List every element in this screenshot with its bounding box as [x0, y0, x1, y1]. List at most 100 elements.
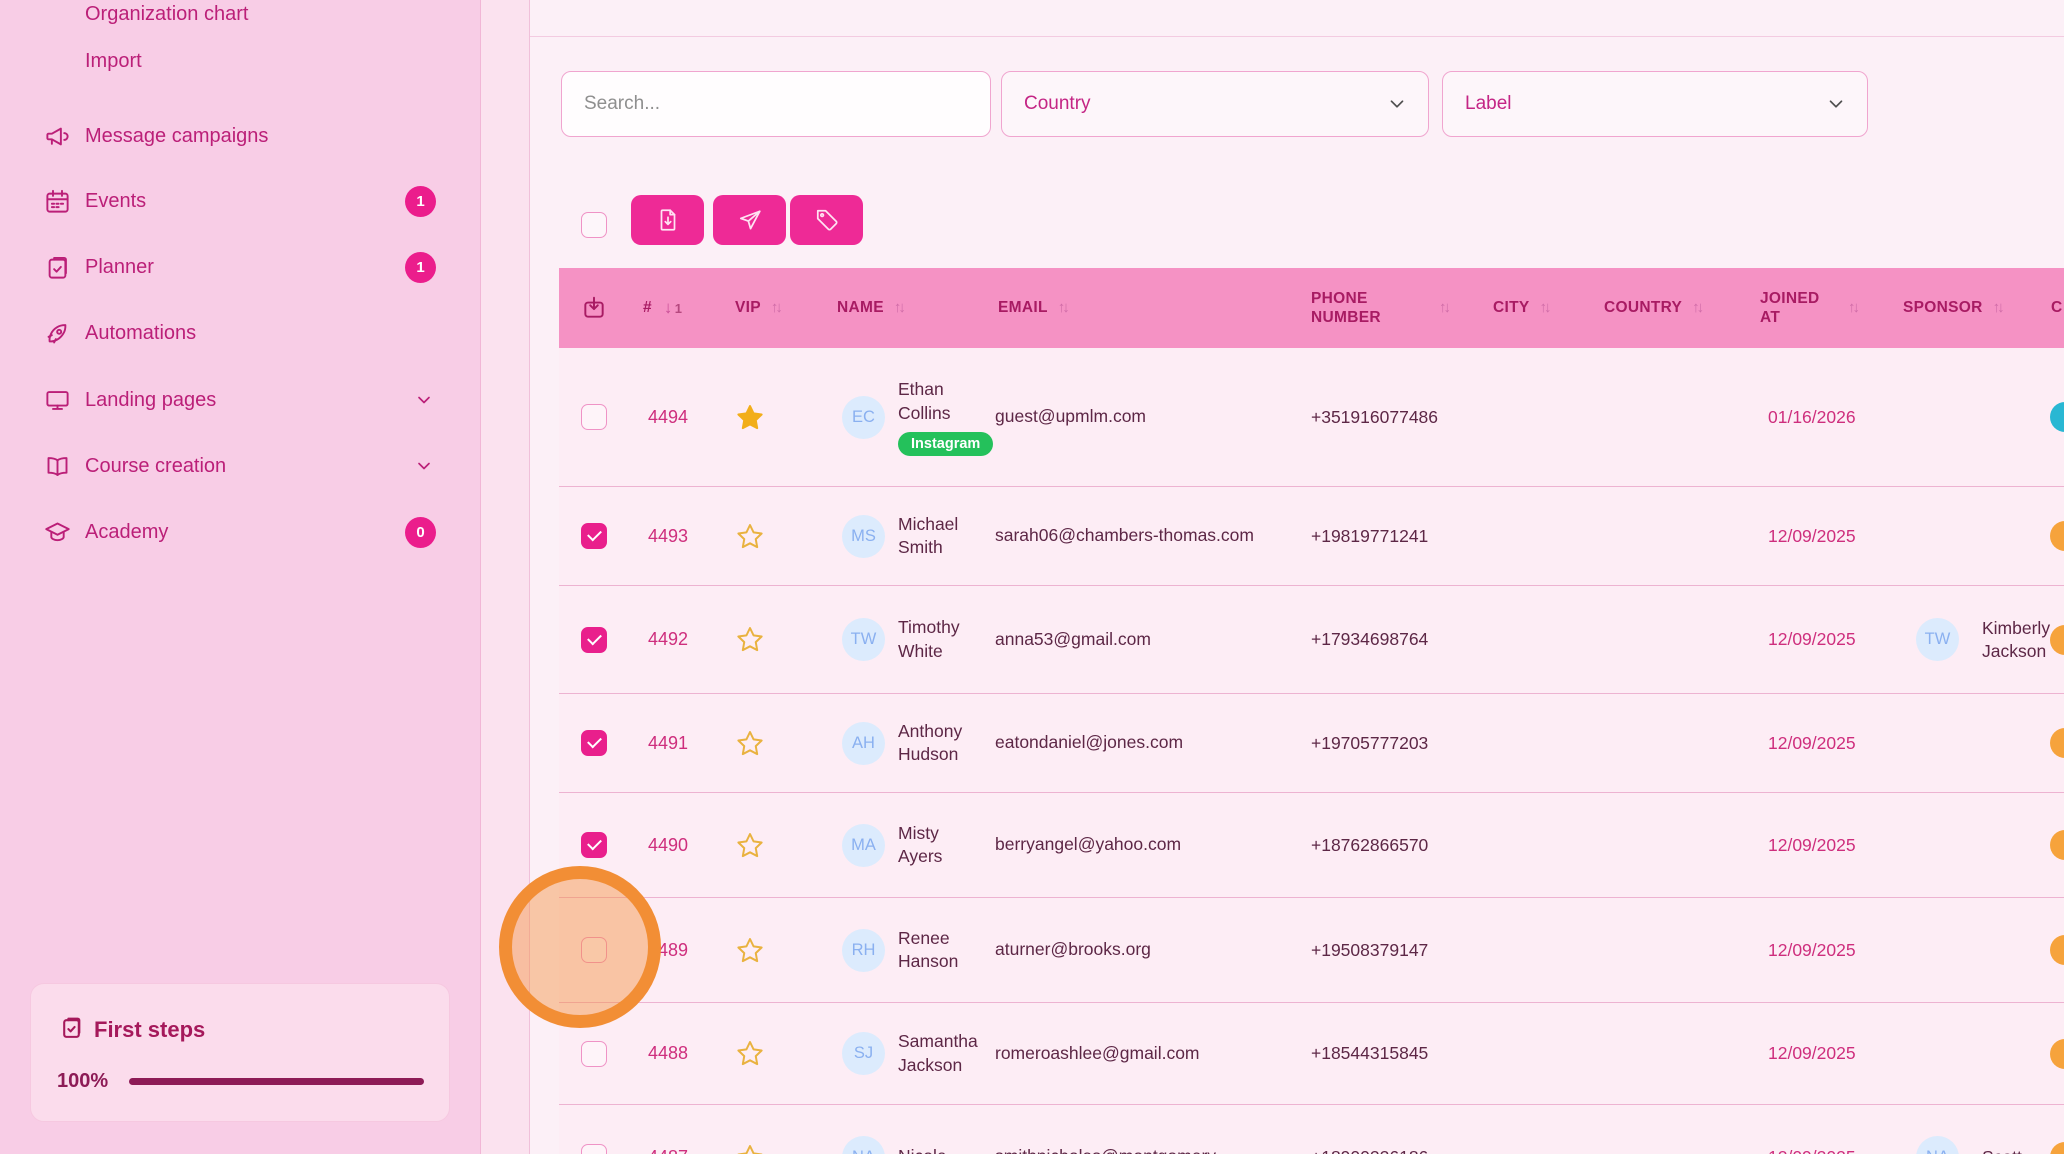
contact-id-link[interactable]: 4492	[623, 586, 713, 693]
sidebar-item-planner[interactable]: Planner 1	[0, 247, 480, 287]
col-header-partial[interactable]: C	[2051, 268, 2063, 348]
sidebar-item-automations[interactable]: Automations	[0, 313, 480, 353]
row-checkbox[interactable]	[581, 1041, 607, 1067]
table-row[interactable]: 4490 MA Misty Ayers berryangel@yahoo.com…	[559, 793, 2064, 898]
label-filter-select[interactable]: Label	[1442, 71, 1868, 137]
edge-avatar	[2050, 521, 2064, 551]
col-header-sponsor[interactable]: SPONSOR	[1903, 268, 2002, 348]
table-row[interactable]: 4493 MS Michael Smith sarah06@chambers-t…	[559, 487, 2064, 586]
sort-icon	[771, 299, 780, 317]
sidebar-item-events[interactable]: Events 1	[0, 181, 480, 221]
edge-avatar	[2050, 728, 2064, 758]
row-checkbox[interactable]	[581, 730, 607, 756]
planner-count-badge: 1	[405, 252, 436, 283]
edge-avatar	[2050, 1039, 2064, 1069]
contacts-table: # ↓ 1 VIP NAME EMAIL PHONE NUMBER CITY	[559, 268, 2064, 1154]
contact-phone: +17934698764	[1311, 586, 1428, 693]
export-icon[interactable]	[581, 295, 607, 321]
monitor-icon	[44, 387, 71, 414]
vip-star-icon[interactable]	[735, 348, 765, 486]
contact-id-link[interactable]: 4494	[623, 348, 713, 486]
contact-id-link[interactable]: 4491	[623, 694, 713, 792]
sort-icon	[1540, 299, 1549, 317]
row-checkbox[interactable]	[581, 627, 607, 653]
contact-name-cell[interactable]: Samantha Jackson	[898, 1003, 998, 1104]
row-checkbox[interactable]	[581, 523, 607, 549]
graduation-cap-icon	[44, 519, 71, 546]
sidebar-item-label: Automations	[85, 322, 196, 345]
contact-id-link[interactable]: 4488	[623, 1003, 713, 1104]
contact-email: guest@upmlm.com	[995, 405, 1267, 429]
contact-id-link[interactable]: 4493	[623, 487, 713, 585]
file-download-icon	[655, 207, 681, 233]
events-count-badge: 1	[405, 186, 436, 217]
label-badge[interactable]: Instagram	[898, 432, 993, 456]
contact-name-cell[interactable]: Timothy White	[898, 586, 998, 693]
col-header-email[interactable]: EMAIL	[998, 268, 1067, 348]
first-steps-title: First steps	[94, 1017, 205, 1043]
table-header: # ↓ 1 VIP NAME EMAIL PHONE NUMBER CITY	[559, 268, 2064, 348]
sidebar-item-label: Events	[85, 190, 146, 213]
table-row[interactable]: 4492 TW Timothy White anna53@gmail.com +…	[559, 586, 2064, 694]
contact-name-cell[interactable]: Michael Smith	[898, 487, 998, 585]
first-steps-card[interactable]: First steps 100%	[30, 983, 450, 1122]
sidebar-item-landing-pages[interactable]: Landing pages	[0, 380, 480, 420]
sidebar-item-import[interactable]: Import	[85, 41, 142, 81]
contact-name-cell[interactable]: Renee Hanson	[898, 898, 998, 1002]
contact-id-link[interactable]: 4489	[623, 898, 713, 1002]
search-input[interactable]	[561, 71, 991, 137]
contact-email: aturner@brooks.org	[995, 938, 1267, 962]
contact-phone: +19819771241	[1311, 487, 1428, 585]
contact-name-cell[interactable]: Anthony Hudson	[898, 694, 998, 792]
contact-name: Renee Hanson	[898, 927, 958, 973]
col-header-name[interactable]: NAME	[837, 268, 903, 348]
sidebar-item-label: Course creation	[85, 455, 226, 478]
sidebar-item-course-creation[interactable]: Course creation	[0, 446, 480, 486]
table-row[interactable]: 4488 SJ Samantha Jackson romeroashlee@gm…	[559, 1003, 2064, 1105]
row-checkbox[interactable]	[581, 832, 607, 858]
vip-star-icon[interactable]	[735, 694, 765, 792]
sponsor-name[interactable]: Scott	[1982, 1105, 2064, 1154]
contact-name: Ethan Collins	[898, 378, 951, 424]
table-row[interactable]: 4489 RH Renee Hanson aturner@brooks.org …	[559, 898, 2064, 1003]
sidebar-item-message-campaigns[interactable]: Message campaigns	[0, 116, 480, 156]
col-header-id[interactable]: # ↓ 1	[643, 268, 682, 348]
col-header-phone[interactable]: PHONE NUMBER	[1311, 268, 1448, 348]
send-button[interactable]	[713, 195, 786, 245]
tag-button[interactable]	[790, 195, 863, 245]
contact-id-link[interactable]: 4487	[623, 1105, 713, 1154]
edge-avatar	[2050, 402, 2064, 432]
col-header-joined-at[interactable]: JOINED AT	[1760, 268, 1857, 348]
calendar-icon	[44, 188, 71, 215]
clipboard-check-icon	[44, 254, 71, 281]
col-header-country[interactable]: COUNTRY	[1604, 268, 1701, 348]
country-filter-select[interactable]: Country	[1001, 71, 1429, 137]
vip-star-icon[interactable]	[735, 1105, 765, 1154]
table-row[interactable]: 4487 NA Nicole smithnicholas@montgomery-…	[559, 1105, 2064, 1154]
vip-star-icon[interactable]	[735, 793, 765, 897]
contact-avatar: MS	[842, 487, 885, 585]
chevron-down-icon	[1386, 93, 1408, 115]
contact-phone: +18544315845	[1311, 1003, 1428, 1104]
row-checkbox[interactable]	[581, 937, 607, 963]
export-file-button[interactable]	[631, 195, 704, 245]
select-all-checkbox[interactable]	[581, 212, 607, 238]
row-checkbox[interactable]	[581, 404, 607, 430]
contact-avatar: MA	[842, 793, 885, 897]
row-checkbox[interactable]	[581, 1144, 607, 1154]
vip-star-icon[interactable]	[735, 1003, 765, 1104]
sidebar-item-organization-chart[interactable]: Organization chart	[85, 0, 248, 34]
col-header-city[interactable]: CITY	[1493, 268, 1549, 348]
table-row[interactable]: 4491 AH Anthony Hudson eatondaniel@jones…	[559, 694, 2064, 793]
contact-name-cell[interactable]: Ethan Collins Instagram	[898, 348, 998, 486]
sidebar-item-academy[interactable]: Academy 0	[0, 512, 480, 552]
col-header-vip[interactable]: VIP	[735, 268, 780, 348]
contact-name-cell[interactable]: Nicole	[898, 1105, 998, 1154]
contact-name-cell[interactable]: Misty Ayers	[898, 793, 998, 897]
vip-star-icon[interactable]	[735, 487, 765, 585]
vip-star-icon[interactable]	[735, 586, 765, 693]
contact-id-link[interactable]: 4490	[623, 793, 713, 897]
vip-star-icon[interactable]	[735, 898, 765, 1002]
table-row[interactable]: 4494 EC Ethan Collins Instagram guest@up…	[559, 348, 2064, 487]
contact-email: eatondaniel@jones.com	[995, 731, 1267, 755]
